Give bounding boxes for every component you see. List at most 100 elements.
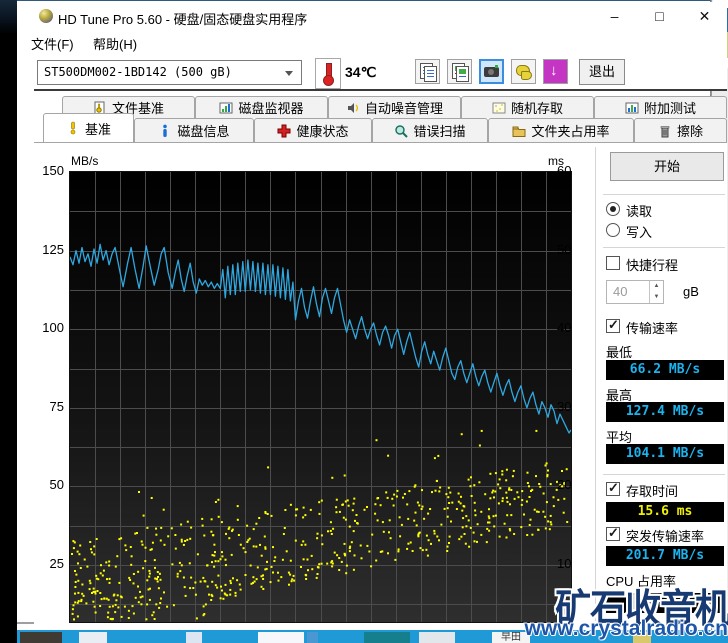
health-icon: [277, 124, 291, 138]
tab-extra-tests[interactable]: 附加测试: [594, 96, 727, 118]
axis-tick-label: 75: [49, 398, 64, 414]
min-label: 最低: [606, 345, 633, 360]
transfer-rate-label: 传输速率: [626, 321, 679, 336]
tab-label: 健康状态: [296, 124, 349, 139]
tab-label: 自动噪音管理: [364, 101, 443, 116]
left-axis-unit: MB/s: [71, 154, 99, 168]
taskbar-item[interactable]: [20, 632, 62, 643]
axis-tick-label: 10: [557, 556, 572, 572]
chevron-down-icon: [285, 71, 293, 76]
tab-label: 磁盘监视器: [238, 101, 304, 116]
tab-benchmark[interactable]: 基准: [43, 113, 134, 142]
capacity-value: 40: [613, 284, 628, 299]
cpu-usage-display: [606, 593, 724, 613]
download-arrow-icon: ↓: [550, 62, 558, 79]
error-scan-icon: [394, 124, 409, 138]
erase-icon: [658, 124, 672, 138]
menu-file[interactable]: 文件(F): [31, 34, 74, 53]
folder-usage-icon: [512, 124, 526, 138]
temperature-value: 34℃: [345, 64, 377, 80]
taskbar-item[interactable]: 早田: [492, 632, 530, 643]
panel-divider: [595, 147, 596, 621]
read-radio[interactable]: [606, 202, 620, 216]
minimize-button[interactable]: –: [592, 2, 637, 31]
benchmark-chart: [69, 171, 572, 623]
tab-label: 错误扫描: [413, 124, 466, 139]
benchmark-icon: [66, 121, 80, 135]
tab-label: 基准: [84, 121, 111, 137]
axis-tick-label: 25: [49, 556, 64, 572]
taskbar-item[interactable]: [79, 632, 107, 643]
tab-folder-usage[interactable]: 文件夹占用率: [488, 118, 634, 142]
transfer-rate-checkbox[interactable]: [606, 317, 620, 333]
tab-health[interactable]: 健康状态: [254, 118, 372, 142]
read-radio-label: 读取: [626, 204, 653, 219]
tab-disk-monitor[interactable]: 磁盘监视器: [195, 96, 328, 118]
tab-disk-info[interactable]: 磁盘信息: [134, 118, 254, 142]
tab-erase[interactable]: 擦除: [634, 118, 727, 142]
capacity-input[interactable]: 40 ▲ ▼: [606, 280, 664, 304]
taskbar-item[interactable]: [633, 632, 651, 643]
burst-rate-label: 突发传输速率: [626, 529, 705, 544]
taskbar-item[interactable]: [186, 632, 202, 643]
close-button[interactable]: ✕: [682, 2, 727, 31]
drive-select[interactable]: ST500DM002-1BD142 (500 gB): [37, 60, 302, 85]
axis-tick-label: 125: [42, 241, 64, 257]
maximize-button[interactable]: □: [637, 2, 682, 31]
taskbar-item[interactable]: [419, 632, 455, 643]
menu-bar: 文件(F) 帮助(H): [31, 31, 727, 53]
random-access-icon: [492, 101, 506, 115]
menu-help[interactable]: 帮助(H): [93, 34, 137, 53]
tab-label: 附加测试: [643, 101, 696, 116]
title-bar: HD Tune Pro 5.60 - 硬盘/固态硬盘实用程序 – □ ✕: [34, 2, 727, 31]
temperature-button[interactable]: [315, 58, 341, 89]
noise-manager-icon: [346, 101, 360, 115]
disk-info-icon: [158, 124, 172, 138]
copy-text-button[interactable]: [415, 59, 440, 84]
tab-random-access[interactable]: 随机存取: [461, 96, 594, 118]
screen: 早田 HD Tune Pro 5.60 - 硬盘/固态硬盘实用程序 – □ ✕ …: [0, 0, 728, 643]
axis-tick-label: 40: [557, 320, 572, 336]
app-window: HD Tune Pro 5.60 - 硬盘/固态硬盘实用程序 – □ ✕ 文件(…: [17, 0, 727, 625]
copy-image-button[interactable]: [447, 59, 472, 84]
axis-tick-label: 20: [557, 477, 572, 493]
app-icon: [39, 9, 53, 23]
highlight-tool-button[interactable]: [511, 59, 536, 84]
window-title: HD Tune Pro 5.60 - 硬盘/固态硬盘实用程序: [58, 12, 308, 27]
taskbar-item[interactable]: [258, 632, 304, 643]
access-time-label: 存取时间: [626, 484, 679, 499]
axis-tick-label: 50: [49, 477, 64, 493]
axis-tick-label: 60: [557, 163, 572, 178]
extra-tests-icon: [625, 101, 639, 115]
burst-rate-checkbox[interactable]: [606, 525, 620, 541]
tab-error-scan[interactable]: 错误扫描: [372, 118, 488, 142]
chart-canvas: [70, 172, 571, 622]
taskbar[interactable]: 早田: [0, 630, 728, 643]
toolbar: ST500DM002-1BD142 (500 gB) 34℃ ↓ 退出: [34, 53, 727, 91]
start-button[interactable]: 开始: [610, 152, 724, 181]
min-value-display: 66.2 MB/s: [606, 360, 724, 380]
write-radio-label: 写入: [626, 225, 653, 240]
taskbar-item[interactable]: [307, 632, 318, 643]
taskbar-item[interactable]: [364, 632, 410, 643]
axis-tick-label: 50: [557, 241, 572, 257]
spin-down-icon[interactable]: ▼: [650, 292, 663, 303]
save-screenshot-button[interactable]: ↓: [543, 59, 568, 84]
spin-up-icon[interactable]: ▲: [650, 281, 663, 292]
tab-label: 磁盘信息: [177, 124, 230, 139]
exit-button[interactable]: 退出: [579, 59, 625, 85]
tab-noise-manager[interactable]: 自动噪音管理: [328, 96, 461, 118]
tab-label: 文件夹占用率: [531, 124, 610, 139]
avg-value-display: 104.1 MB/s: [606, 444, 724, 464]
burst-rate-display: 201.7 MB/s: [606, 546, 724, 566]
tab-label: 擦除: [676, 124, 703, 139]
left-edge-overlay: [0, 0, 17, 643]
cpu-usage-label: CPU 占用率: [606, 574, 677, 589]
tab-label: 随机存取: [510, 101, 563, 116]
write-radio[interactable]: [606, 223, 620, 237]
short-stroke-label: 快捷行程: [626, 258, 679, 273]
drive-select-value: ST500DM002-1BD142 (500 gB): [44, 65, 232, 79]
screenshot-button[interactable]: [479, 59, 504, 84]
access-time-checkbox[interactable]: [606, 480, 620, 496]
short-stroke-checkbox[interactable]: [606, 256, 620, 270]
